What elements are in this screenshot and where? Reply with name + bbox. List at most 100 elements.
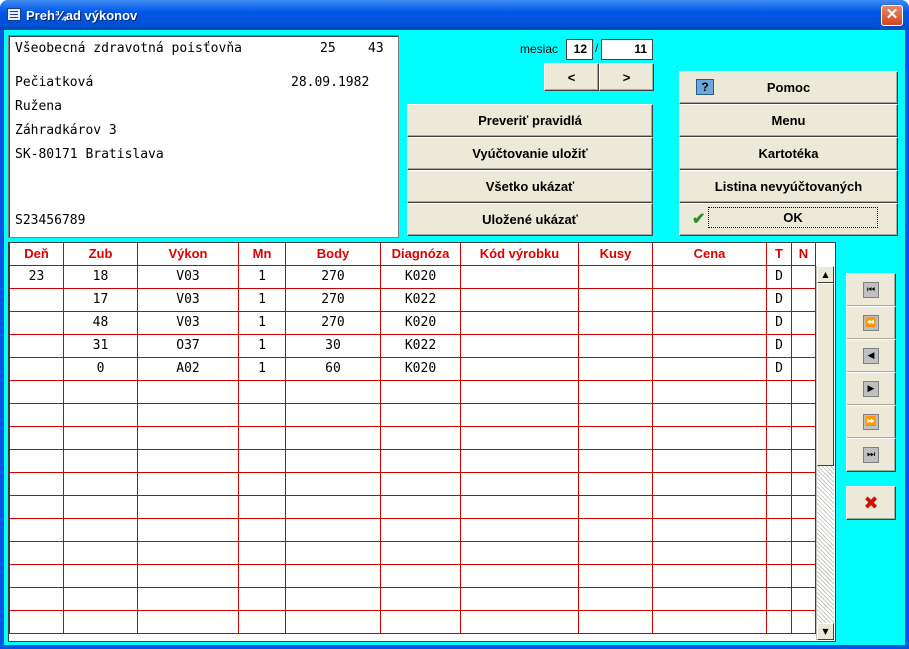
table-cell[interactable] xyxy=(578,310,653,335)
vertical-scrollbar[interactable]: ▲ ▼ xyxy=(816,266,834,640)
table-cell[interactable] xyxy=(137,609,239,634)
table-cell[interactable] xyxy=(460,379,579,404)
table-cell[interactable] xyxy=(791,448,816,473)
table-cell[interactable] xyxy=(578,609,653,634)
table-cell[interactable] xyxy=(460,425,579,450)
table-cell[interactable] xyxy=(766,425,792,450)
table-cell[interactable] xyxy=(652,379,767,404)
table-cell[interactable] xyxy=(9,609,64,634)
table-cell[interactable] xyxy=(460,471,579,496)
table-cell[interactable] xyxy=(285,540,381,565)
table-cell[interactable] xyxy=(238,609,286,634)
table-cell[interactable] xyxy=(238,586,286,611)
table-cell[interactable] xyxy=(9,425,64,450)
table-cell[interactable] xyxy=(791,494,816,519)
table-cell[interactable]: K020 xyxy=(380,264,461,289)
table-cell[interactable] xyxy=(9,356,64,381)
table-cell[interactable] xyxy=(137,563,239,588)
table-cell[interactable] xyxy=(9,494,64,519)
table-cell[interactable] xyxy=(285,586,381,611)
table-row[interactable]: 17 V03 1 270 K022 D xyxy=(9,287,816,312)
table-cell[interactable] xyxy=(791,379,816,404)
table-cell[interactable]: 1 xyxy=(238,356,286,381)
table-row[interactable]: 0 A02 1 60 K020 D xyxy=(9,356,816,381)
table-cell[interactable] xyxy=(791,310,816,335)
table-cell[interactable] xyxy=(652,517,767,542)
table-cell[interactable] xyxy=(137,425,239,450)
title-bar[interactable]: Preh¾ad výkonov ✕ xyxy=(0,0,909,30)
table-row[interactable] xyxy=(9,609,816,634)
table-cell[interactable] xyxy=(766,586,792,611)
table-cell[interactable] xyxy=(652,471,767,496)
table-cell[interactable] xyxy=(285,563,381,588)
table-cell[interactable] xyxy=(791,402,816,427)
table-cell[interactable] xyxy=(9,471,64,496)
table-cell[interactable] xyxy=(652,448,767,473)
table-cell[interactable] xyxy=(63,425,138,450)
table-cell[interactable] xyxy=(137,471,239,496)
show-saved-button[interactable]: Uložené ukázať xyxy=(407,203,653,236)
table-cell[interactable] xyxy=(791,471,816,496)
table-cell[interactable] xyxy=(460,586,579,611)
table-cell[interactable] xyxy=(285,609,381,634)
table-cell[interactable] xyxy=(63,563,138,588)
table-cell[interactable]: D xyxy=(766,356,792,381)
table-cell[interactable] xyxy=(63,402,138,427)
table-cell[interactable] xyxy=(63,517,138,542)
table-row[interactable] xyxy=(9,448,816,473)
prev-page-button[interactable]: ⏪ xyxy=(846,306,896,340)
table-cell[interactable] xyxy=(652,287,767,312)
table-cell[interactable] xyxy=(791,586,816,611)
table-cell[interactable] xyxy=(652,540,767,565)
table-cell[interactable]: 18 xyxy=(63,264,138,289)
prev-record-button[interactable]: ◀ xyxy=(846,339,896,373)
table-cell[interactable] xyxy=(578,494,653,519)
table-cell[interactable] xyxy=(380,586,461,611)
scroll-thumb[interactable] xyxy=(817,283,834,466)
table-cell[interactable] xyxy=(652,356,767,381)
table-cell[interactable]: 48 xyxy=(63,310,138,335)
table-cell[interactable] xyxy=(652,333,767,358)
table-cell[interactable] xyxy=(460,264,579,289)
table-cell[interactable] xyxy=(238,379,286,404)
table-cell[interactable] xyxy=(9,563,64,588)
table-cell[interactable] xyxy=(238,517,286,542)
table-cell[interactable]: 1 xyxy=(238,287,286,312)
table-cell[interactable] xyxy=(791,609,816,634)
help-button[interactable]: ? Pomoc xyxy=(679,71,898,104)
table-cell[interactable] xyxy=(380,402,461,427)
table-cell[interactable] xyxy=(766,494,792,519)
table-cell[interactable] xyxy=(238,471,286,496)
table-cell[interactable]: V03 xyxy=(137,310,239,335)
table-cell[interactable] xyxy=(380,517,461,542)
month-field[interactable]: 12 xyxy=(566,39,593,60)
table-cell[interactable] xyxy=(578,448,653,473)
table-cell[interactable] xyxy=(285,517,381,542)
table-cell[interactable] xyxy=(9,540,64,565)
next-month-button[interactable]: > xyxy=(599,63,654,91)
menu-button[interactable]: Menu xyxy=(679,104,898,137)
table-cell[interactable] xyxy=(380,494,461,519)
table-row[interactable] xyxy=(9,517,816,542)
table-cell[interactable]: K020 xyxy=(380,310,461,335)
table-cell[interactable] xyxy=(137,586,239,611)
table-cell[interactable]: 270 xyxy=(285,310,381,335)
first-record-button[interactable]: ⏮ xyxy=(846,273,896,307)
table-cell[interactable] xyxy=(460,310,579,335)
table-cell[interactable] xyxy=(578,471,653,496)
table-cell[interactable] xyxy=(766,471,792,496)
table-cell[interactable] xyxy=(766,609,792,634)
delete-button[interactable]: ✖ xyxy=(846,486,896,520)
scroll-up-arrow-icon[interactable]: ▲ xyxy=(817,266,834,283)
table-cell[interactable] xyxy=(460,448,579,473)
table-cell[interactable] xyxy=(137,379,239,404)
table-cell[interactable] xyxy=(380,563,461,588)
table-cell[interactable]: 270 xyxy=(285,287,381,312)
table-cell[interactable] xyxy=(652,425,767,450)
table-cell[interactable] xyxy=(63,494,138,519)
table-cell[interactable] xyxy=(9,586,64,611)
table-row[interactable] xyxy=(9,425,816,450)
table-cell[interactable] xyxy=(766,448,792,473)
table-cell[interactable] xyxy=(9,517,64,542)
show-all-button[interactable]: Všetko ukázať xyxy=(407,170,653,203)
